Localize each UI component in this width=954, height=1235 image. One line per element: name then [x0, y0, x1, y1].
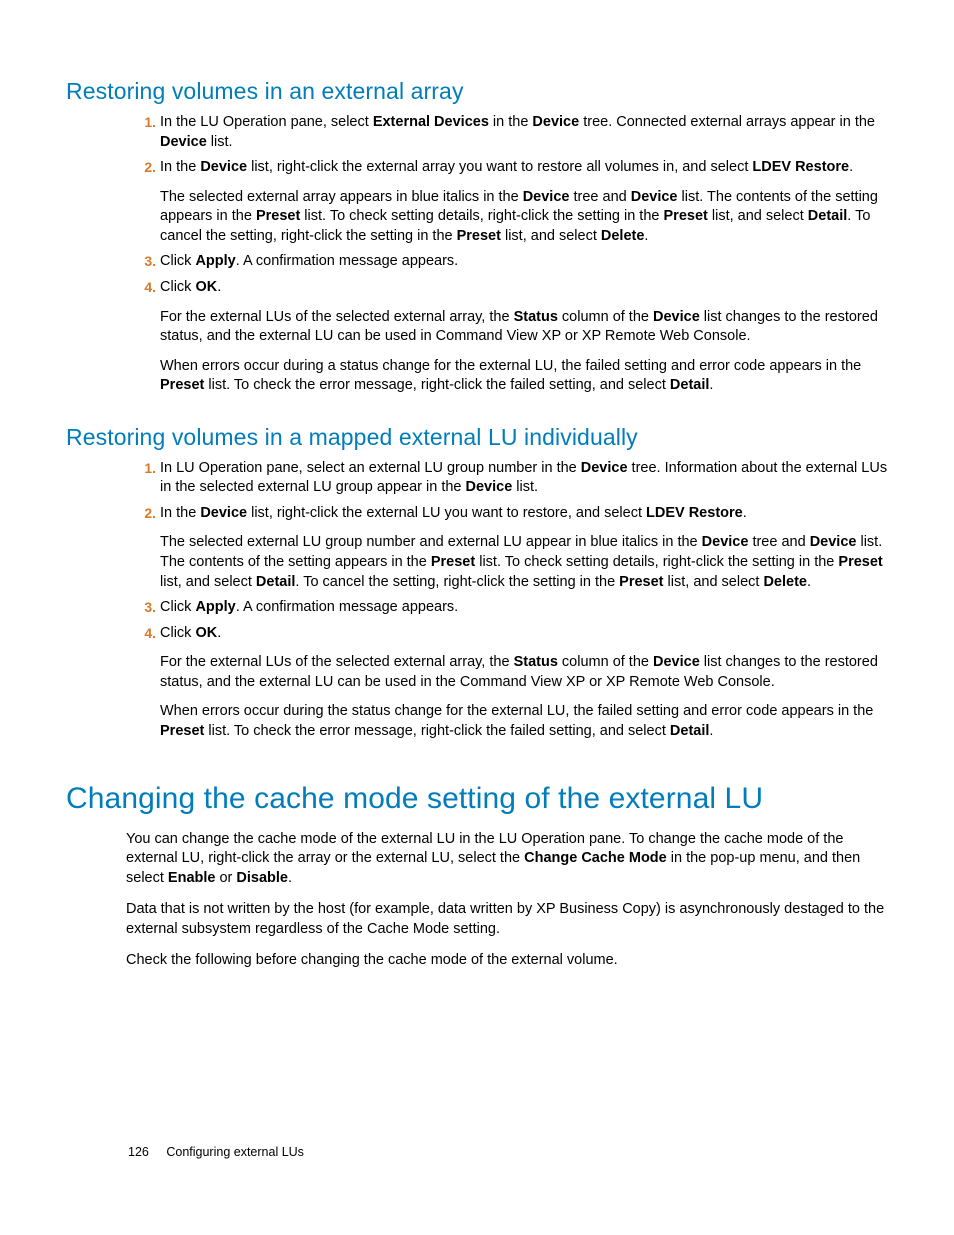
body-paragraph: Check the following before changing the …	[126, 951, 888, 971]
step-item: 2. In the Device list, right-click the e…	[160, 504, 888, 592]
body-paragraph: You can change the cache mode of the ext…	[126, 830, 888, 889]
step-number: 4.	[132, 624, 156, 643]
steps-list-1: 1. In the LU Operation pane, select Exte…	[126, 113, 888, 396]
step-followup: The selected external array appears in b…	[160, 188, 888, 247]
step-number: 3.	[132, 252, 156, 271]
step-item: 1. In LU Operation pane, select an exter…	[160, 459, 888, 498]
step-text: In the Device list, right-click the exte…	[160, 159, 853, 175]
step-item: 4. Click OK. For the external LUs of the…	[160, 278, 888, 396]
step-followup: When errors occur during the status chan…	[160, 702, 888, 741]
step-text: Click Apply. A confirmation message appe…	[160, 599, 458, 615]
body-paragraph: Data that is not written by the host (fo…	[126, 900, 888, 939]
chapter-title: Configuring external LUs	[166, 1145, 304, 1159]
step-text: Click OK.	[160, 279, 221, 295]
steps-list-2: 1. In LU Operation pane, select an exter…	[126, 459, 888, 742]
step-followup: The selected external LU group number an…	[160, 533, 888, 592]
heading-restoring-mapped-lu: Restoring volumes in a mapped external L…	[66, 424, 888, 451]
heading-restoring-external-array: Restoring volumes in an external array	[66, 78, 888, 105]
heading-changing-cache-mode: Changing the cache mode setting of the e…	[66, 782, 888, 816]
step-number: 3.	[132, 598, 156, 617]
step-number: 1.	[132, 459, 156, 478]
step-followup: For the external LUs of the selected ext…	[160, 308, 888, 347]
step-item: 4. Click OK. For the external LUs of the…	[160, 624, 888, 742]
step-number: 1.	[132, 113, 156, 132]
page-number: 126	[128, 1145, 149, 1159]
step-text: Click OK.	[160, 625, 221, 641]
step-item: 2. In the Device list, right-click the e…	[160, 158, 888, 246]
step-text: Click Apply. A confirmation message appe…	[160, 253, 458, 269]
page-footer: 126 Configuring external LUs	[128, 1145, 304, 1159]
step-number: 4.	[132, 278, 156, 297]
step-followup: When errors occur during a status change…	[160, 357, 888, 396]
step-number: 2.	[132, 504, 156, 523]
step-text: In the Device list, right-click the exte…	[160, 505, 747, 521]
step-followup: For the external LUs of the selected ext…	[160, 653, 888, 692]
step-item: 1. In the LU Operation pane, select Exte…	[160, 113, 888, 152]
step-text: In the LU Operation pane, select Externa…	[160, 114, 875, 150]
step-item: 3. Click Apply. A confirmation message a…	[160, 598, 888, 618]
step-text: In LU Operation pane, select an external…	[160, 460, 887, 496]
document-page: Restoring volumes in an external array 1…	[0, 0, 954, 1235]
step-number: 2.	[132, 158, 156, 177]
step-item: 3. Click Apply. A confirmation message a…	[160, 252, 888, 272]
